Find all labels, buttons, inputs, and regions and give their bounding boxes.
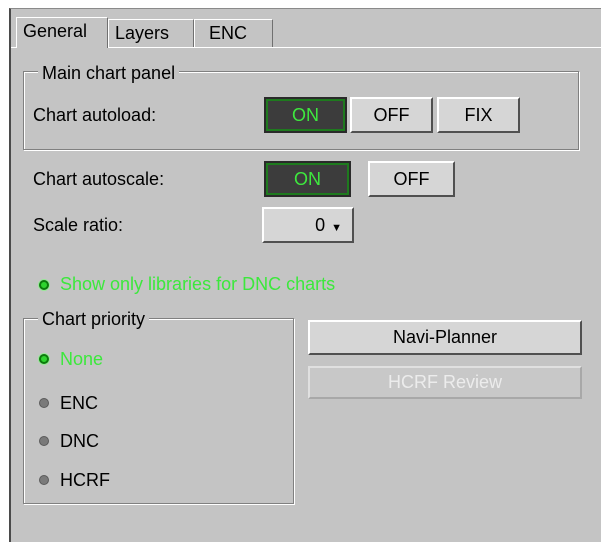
autoload-off-button[interactable]: OFF — [350, 97, 433, 133]
chart-priority-legend: Chart priority — [38, 308, 150, 330]
tab-enc-label: ENC — [209, 23, 248, 43]
priority-enc-radio-icon[interactable] — [39, 398, 49, 408]
autoload-on-button[interactable]: ON — [264, 97, 347, 133]
priority-hcrf-label[interactable]: HCRF — [60, 469, 110, 491]
tab-general-label: General — [23, 21, 88, 41]
priority-none-label[interactable]: None — [60, 348, 103, 370]
chart-autoscale-label: Chart autoscale: — [33, 169, 165, 189]
priority-none-radio-icon[interactable] — [39, 354, 49, 364]
scale-ratio-value: 0 — [315, 215, 326, 235]
tab-general[interactable]: General — [16, 17, 108, 48]
tab-layers-label: Layers — [115, 23, 170, 43]
priority-dnc-label[interactable]: DNC — [60, 430, 99, 452]
priority-hcrf-radio-icon[interactable] — [39, 475, 49, 485]
main-chart-panel-legend: Main chart panel — [38, 62, 180, 84]
autoscale-on-button[interactable]: ON — [264, 161, 351, 197]
priority-enc-label[interactable]: ENC — [60, 392, 98, 414]
dropdown-arrow-icon: ▼ — [331, 222, 342, 234]
tab-layers[interactable]: Layers — [108, 19, 194, 47]
chart-autoload-label: Chart autoload: — [33, 105, 157, 125]
scale-ratio-dropdown[interactable]: 0 ▼ — [262, 207, 354, 243]
navi-planner-button[interactable]: Navi-Planner — [308, 320, 582, 355]
dnc-only-label[interactable]: Show only libraries for DNC charts — [60, 273, 335, 295]
scale-ratio-label: Scale ratio: — [33, 215, 124, 235]
autoscale-off-button[interactable]: OFF — [368, 161, 455, 197]
hcrf-review-button[interactable]: HCRF Review — [308, 366, 582, 399]
tab-enc[interactable]: ENC — [194, 19, 273, 47]
autoload-fix-button[interactable]: FIX — [437, 97, 520, 133]
priority-dnc-radio-icon[interactable] — [39, 436, 49, 446]
dnc-only-radio-icon[interactable] — [39, 280, 49, 290]
